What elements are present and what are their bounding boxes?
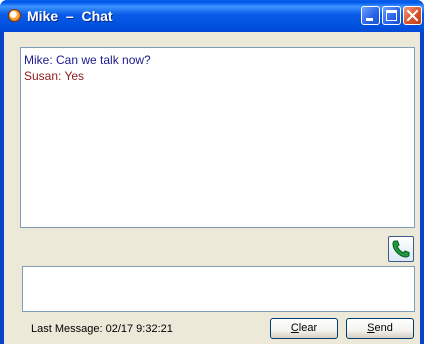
chat-window: Mike – Chat Mike: Can we talk now? Susan… <box>0 0 424 344</box>
chat-app-icon[interactable] <box>8 9 21 22</box>
minimize-icon <box>366 18 373 21</box>
call-button[interactable] <box>388 236 414 262</box>
title-bar[interactable]: Mike – Chat <box>0 0 424 32</box>
close-icon <box>406 9 419 22</box>
clear-button[interactable]: Clear <box>270 318 338 339</box>
phone-icon <box>392 240 410 258</box>
message-input[interactable] <box>22 266 415 312</box>
window-frame-right <box>420 32 424 344</box>
message-history[interactable]: Mike: Can we talk now? Susan: Yes <box>20 47 415 228</box>
message-line: Mike: Can we talk now? <box>24 53 151 67</box>
close-button[interactable] <box>403 6 422 25</box>
clear-label-rest: lear <box>298 322 318 334</box>
clear-mnemonic: C <box>290 322 299 334</box>
minimize-button[interactable] <box>361 6 380 25</box>
message-line: Susan: Yes <box>24 69 85 83</box>
send-label-rest: end <box>374 322 393 334</box>
window-title: Mike – Chat <box>27 8 113 24</box>
maximize-icon <box>386 10 397 21</box>
send-button[interactable]: Send <box>346 318 414 339</box>
last-message-status: Last Message: 02/17 9:32:21 <box>31 323 173 335</box>
maximize-button[interactable] <box>382 6 401 25</box>
